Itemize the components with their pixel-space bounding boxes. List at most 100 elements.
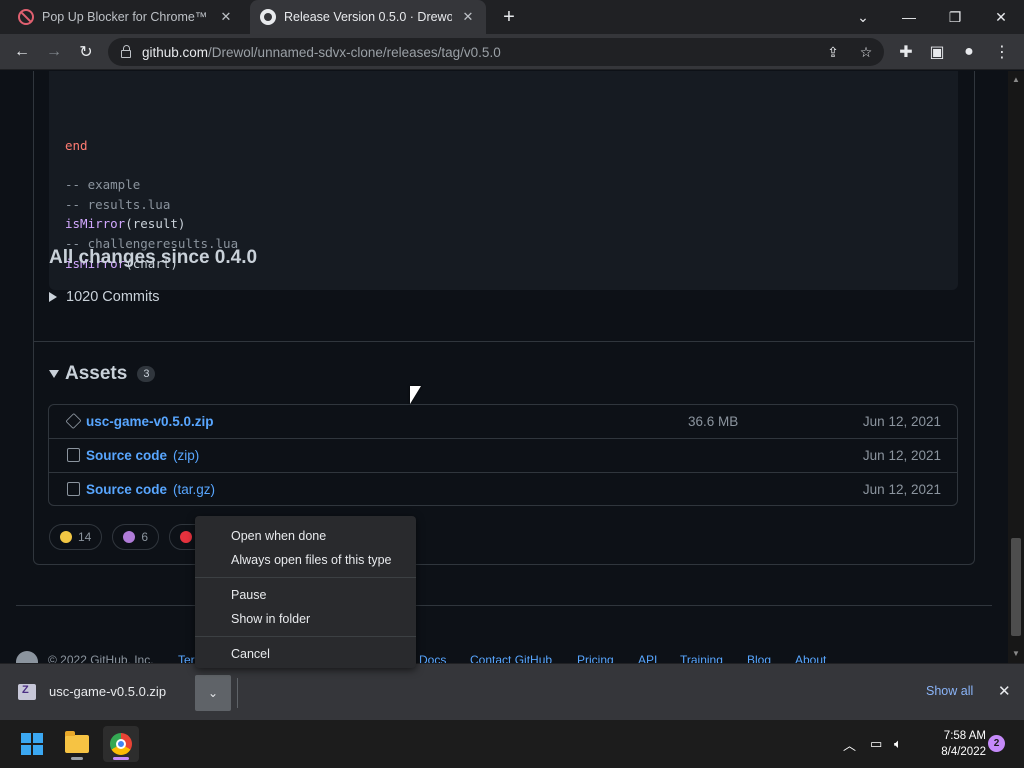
- windows-logo-icon: [21, 733, 43, 755]
- menu-separator: [195, 577, 416, 578]
- reload-icon[interactable]: ↻: [74, 40, 98, 64]
- system-clock[interactable]: 7:58 AM 8/4/2022: [920, 728, 986, 760]
- scroll-up-icon[interactable]: ▲: [1012, 75, 1020, 84]
- github-logo-icon[interactable]: [16, 651, 38, 663]
- footer-link-docs[interactable]: Docs: [419, 653, 446, 663]
- asset-row: Source code (zip) Jun 12, 2021: [49, 438, 957, 471]
- download-context-menu: Open when done Always open files of this…: [195, 516, 416, 668]
- party-popper-icon: [123, 531, 136, 543]
- close-window-button[interactable]: ✕: [978, 0, 1024, 34]
- code-line: -- results.lua: [65, 196, 171, 212]
- tab-release[interactable]: Release Version 0.5.0 · Drewol/un ✕: [250, 0, 486, 34]
- asset-date: Jun 12, 2021: [862, 414, 941, 429]
- side-panel-icon[interactable]: ▣: [925, 40, 949, 64]
- browser-toolbar: ← → ↻ github.com/Drewol/unnamed-sdvx-clo…: [0, 34, 1024, 70]
- scroll-down-icon[interactable]: ▼: [1012, 649, 1020, 658]
- menu-item-show-in-folder[interactable]: Show in folder: [195, 607, 416, 631]
- menu-item-open-when-done[interactable]: Open when done: [195, 524, 416, 548]
- share-icon[interactable]: ⇪: [824, 43, 842, 61]
- back-arrow-icon[interactable]: ←: [10, 40, 34, 64]
- url-text: github.com/Drewol/unnamed-sdvx-clone/rel…: [142, 44, 501, 60]
- minimize-button[interactable]: —: [886, 0, 932, 34]
- reaction-thumbs-up[interactable]: 14: [49, 524, 103, 550]
- address-bar[interactable]: github.com/Drewol/unnamed-sdvx-clone/rel…: [108, 38, 884, 66]
- blocker-icon: [18, 9, 34, 25]
- code-line: -- example: [65, 177, 141, 193]
- thumbs-up-icon: [60, 531, 72, 543]
- zip-file-icon: [18, 684, 36, 700]
- file-zip-icon: [67, 448, 80, 462]
- menu-item-pause[interactable]: Pause: [195, 583, 416, 607]
- asset-size: 36.6 MB: [688, 414, 739, 429]
- file-explorer-button[interactable]: [59, 726, 95, 762]
- active-indicator: [113, 757, 129, 760]
- asset-row: Source code (tar.gz) Jun 12, 2021: [49, 472, 957, 505]
- volume-icon[interactable]: 🔈︎: [894, 720, 902, 768]
- download-shelf: usc-game-v0.5.0.zip ⌄ Show all ✕: [0, 663, 1024, 720]
- commits-toggle[interactable]: 1020 Commits: [49, 289, 159, 305]
- forward-arrow-icon[interactable]: →: [42, 40, 66, 64]
- file-zip-icon: [67, 482, 80, 496]
- github-icon: [260, 9, 276, 25]
- lock-icon[interactable]: [121, 45, 131, 58]
- package-icon: [65, 412, 82, 430]
- download-file-name[interactable]: usc-game-v0.5.0.zip: [49, 684, 166, 699]
- asset-date: Jun 12, 2021: [862, 447, 941, 463]
- footer-link-pricing[interactable]: Pricing: [577, 653, 614, 663]
- reactions-bar: 14 6 5: [49, 524, 216, 550]
- asset-link[interactable]: usc-game-v0.5.0.zip: [86, 414, 214, 429]
- tab-close-icon[interactable]: ✕: [460, 9, 476, 25]
- menu-item-cancel[interactable]: Cancel: [195, 642, 416, 666]
- running-indicator: [71, 757, 83, 760]
- assets-toggle[interactable]: Assets 3: [49, 363, 156, 385]
- network-icon[interactable]: ▭: [870, 720, 882, 768]
- show-all-button[interactable]: Show all: [926, 684, 973, 698]
- restore-button[interactable]: ❐: [932, 0, 978, 34]
- download-options-chevron-icon[interactable]: ⌄: [195, 675, 231, 711]
- notification-badge[interactable]: 2: [988, 735, 1005, 752]
- tab-strip: Pop Up Blocker for Chrome™ - Po ✕ Releas…: [0, 0, 1024, 34]
- close-shelf-icon[interactable]: ✕: [998, 682, 1011, 700]
- tab-popup-blocker[interactable]: Pop Up Blocker for Chrome™ - Po ✕: [8, 0, 244, 34]
- assets-heading: Assets: [65, 363, 128, 384]
- tray-overflow-chevron-icon[interactable]: ︿: [843, 720, 856, 768]
- menu-item-always-open[interactable]: Always open files of this type: [195, 548, 416, 572]
- footer-link-contact[interactable]: Contact GitHub: [470, 653, 552, 663]
- menu-separator: [195, 636, 416, 637]
- commits-label: 1020 Commits: [66, 289, 160, 305]
- footer-link-training[interactable]: Training: [680, 653, 723, 663]
- page-scrollbar[interactable]: ▲ ▼: [1008, 71, 1024, 663]
- extensions-puzzle-icon[interactable]: ✚: [894, 40, 918, 64]
- profile-avatar-icon[interactable]: ●: [957, 40, 981, 64]
- code-line: end: [65, 138, 88, 153]
- footer-link-terms[interactable]: Ter: [178, 653, 195, 663]
- bookmark-star-icon[interactable]: ☆: [857, 43, 875, 61]
- page-footer: © 2022 GitHub, Inc. Ter Docs Contact Git…: [16, 649, 992, 663]
- footer-link-about[interactable]: About: [795, 653, 826, 663]
- new-tab-button[interactable]: +: [498, 6, 520, 28]
- asset-link[interactable]: Source code (tar.gz): [86, 482, 215, 497]
- copyright: © 2022 GitHub, Inc.: [48, 653, 154, 663]
- menu-dots-icon[interactable]: ⋮: [990, 40, 1014, 64]
- start-button[interactable]: [14, 726, 50, 762]
- section-divider: [33, 341, 975, 342]
- asset-row: usc-game-v0.5.0.zip 36.6 MB Jun 12, 2021: [49, 405, 957, 438]
- chrome-taskbar-button[interactable]: [103, 726, 139, 762]
- expand-triangle-icon: [49, 292, 57, 302]
- mouse-cursor-icon: [410, 386, 421, 404]
- tab-search-chevron-icon[interactable]: ⌄: [840, 0, 886, 34]
- chrome-icon: [110, 733, 132, 755]
- asset-date: Jun 12, 2021: [862, 481, 941, 497]
- asset-link[interactable]: Source code (zip): [86, 448, 199, 463]
- tab-title: Release Version 0.5.0 · Drewol/un: [284, 10, 452, 24]
- footer-divider: [16, 605, 992, 606]
- tab-close-icon[interactable]: ✕: [218, 9, 234, 25]
- assets-list: usc-game-v0.5.0.zip 36.6 MB Jun 12, 2021…: [48, 404, 958, 506]
- reaction-party[interactable]: 6: [112, 524, 160, 550]
- footer-link-api[interactable]: API: [638, 653, 657, 663]
- footer-link-blog[interactable]: Blog: [747, 653, 771, 663]
- changes-heading: All changes since 0.4.0: [49, 247, 258, 268]
- scroll-thumb[interactable]: [1011, 538, 1021, 636]
- download-separator: [237, 678, 238, 708]
